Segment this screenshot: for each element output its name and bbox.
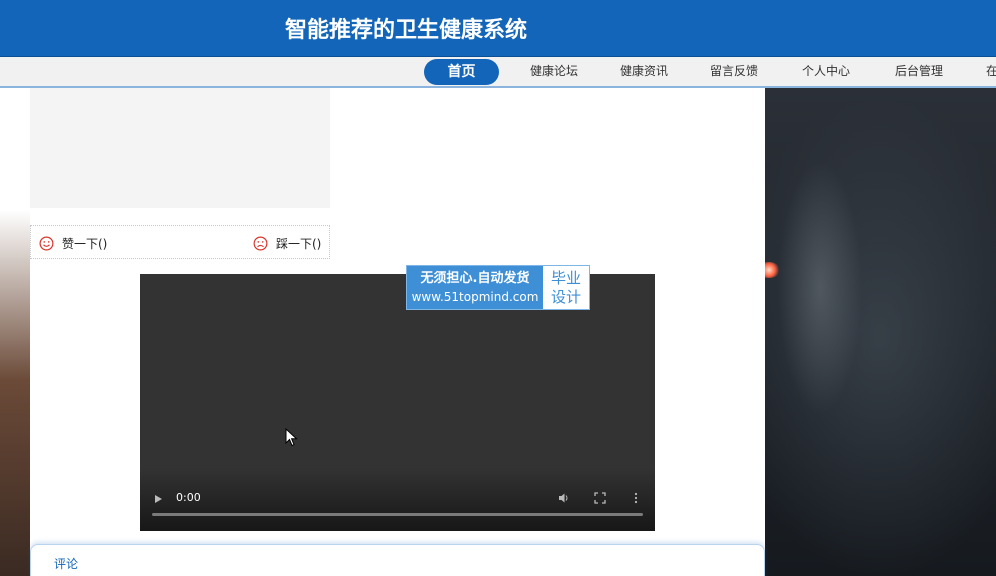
background-left-strip xyxy=(0,88,30,576)
like-label: 赞一下() xyxy=(62,236,108,251)
nav-item-forum[interactable]: 健康论坛 xyxy=(530,57,578,86)
watermark-banner: 无须担心.自动发货 www.51topmind.com 毕业 设计 xyxy=(406,265,590,310)
video-controls: 0:00 xyxy=(140,467,655,531)
watermark-badge-line2: 设计 xyxy=(550,288,581,306)
nav-item-news[interactable]: 健康资讯 xyxy=(620,57,668,86)
site-header: 智能推荐的卫生健康系统 xyxy=(0,0,996,57)
dislike-button[interactable]: 踩一下() xyxy=(253,233,321,253)
comment-panel: 评论 xyxy=(30,544,765,576)
comment-tab[interactable]: 评论 xyxy=(54,555,78,572)
nav-item-more[interactable]: 在 xyxy=(986,57,996,86)
video-time: 0:00 xyxy=(176,491,201,504)
frown-icon xyxy=(253,236,268,250)
watermark-badge-line1: 毕业 xyxy=(550,269,581,287)
nav-item-admin[interactable]: 后台管理 xyxy=(895,57,943,86)
watermark-line2: www.51topmind.com xyxy=(411,290,539,304)
play-icon[interactable] xyxy=(155,495,162,503)
vote-bar: 赞一下() 踩一下() xyxy=(30,225,330,259)
detail-content: 赞一下() 踩一下() 0:00 xyxy=(30,88,765,576)
watermark-text: 无须担心.自动发货 www.51topmind.com xyxy=(407,266,543,309)
watermark-badge: 毕业 设计 xyxy=(543,266,589,309)
volume-icon[interactable] xyxy=(558,492,570,504)
watermark-line1: 无须担心.自动发货 xyxy=(420,271,530,286)
nav-item-home[interactable]: 首页 xyxy=(424,59,499,85)
video-progress-bar[interactable] xyxy=(152,513,643,516)
nav-item-profile[interactable]: 个人中心 xyxy=(802,57,850,86)
mouse-cursor-icon xyxy=(285,428,298,447)
video-player[interactable]: 0:00 xyxy=(140,274,655,531)
main-nav: 首页 健康论坛 健康资讯 留言反馈 个人中心 后台管理 在 xyxy=(0,57,996,88)
more-options-icon[interactable] xyxy=(630,492,642,504)
fullscreen-icon[interactable] xyxy=(594,492,606,504)
site-title: 智能推荐的卫生健康系统 xyxy=(285,18,528,43)
item-image xyxy=(30,88,330,208)
dislike-label: 踩一下() xyxy=(276,236,322,251)
smile-icon xyxy=(39,236,54,250)
nav-item-feedback[interactable]: 留言反馈 xyxy=(710,57,758,86)
like-button[interactable]: 赞一下() xyxy=(39,233,107,253)
